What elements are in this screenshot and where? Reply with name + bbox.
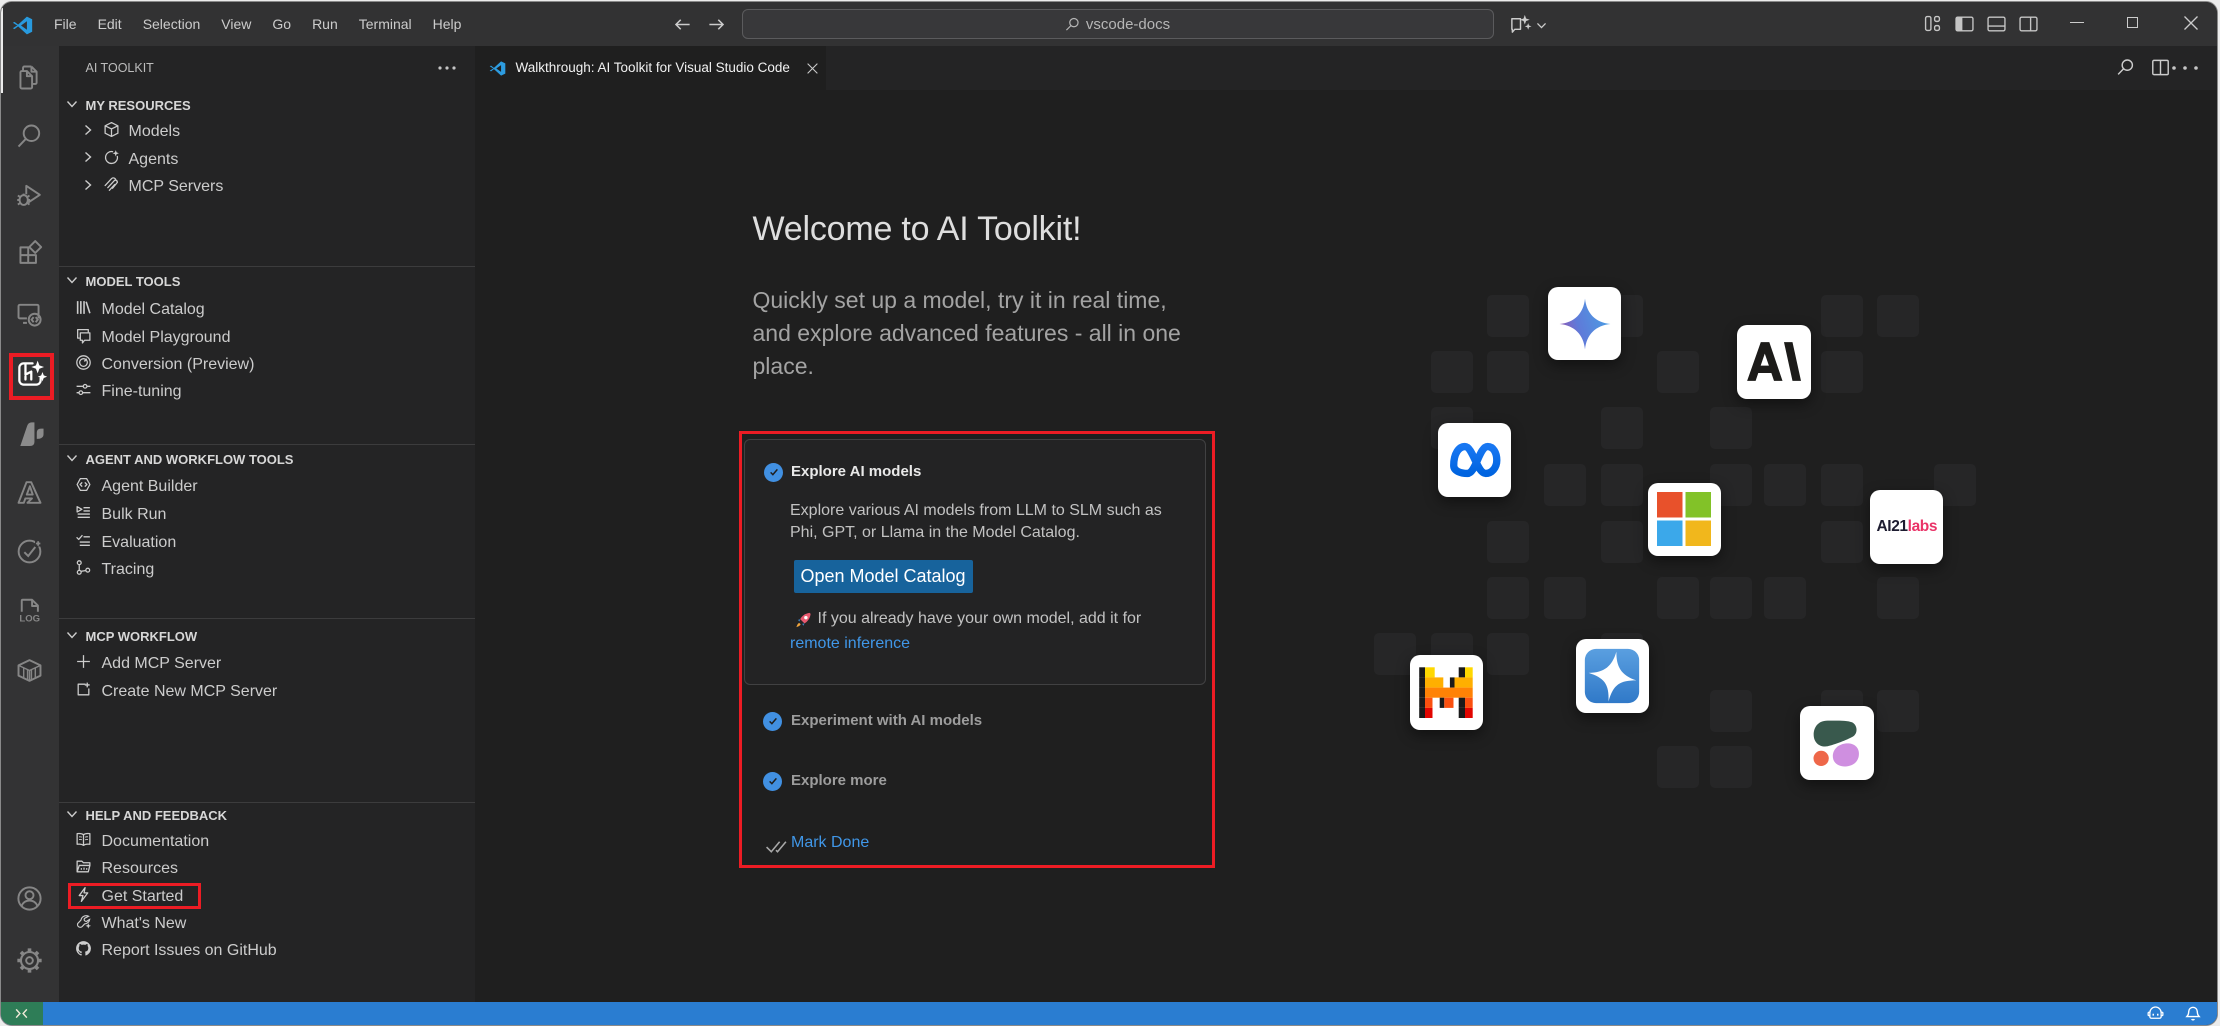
svg-text:LOG: LOG bbox=[19, 614, 40, 625]
